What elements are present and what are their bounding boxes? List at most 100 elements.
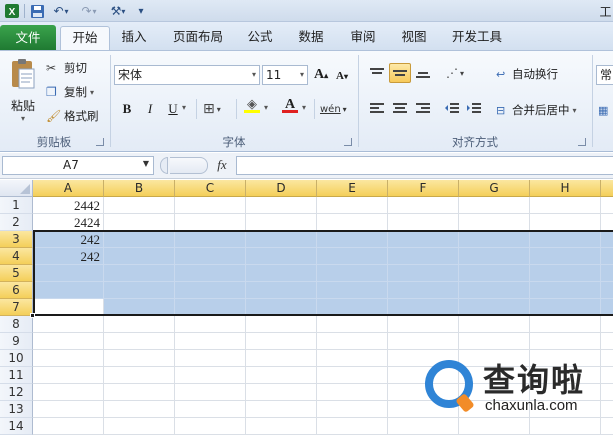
- tab-view[interactable]: 视图: [394, 26, 434, 50]
- cell-e3[interactable]: [317, 231, 388, 248]
- row-header-12[interactable]: 12: [0, 384, 33, 401]
- cell-i9[interactable]: [601, 333, 613, 350]
- increase-indent-button[interactable]: [464, 99, 484, 119]
- name-box-dropdown-icon[interactable]: ▼: [143, 159, 149, 168]
- bold-button[interactable]: B: [118, 99, 136, 119]
- cell-a11[interactable]: [33, 367, 104, 384]
- qat-menu-icon[interactable]: ▾: [136, 3, 146, 19]
- cell-g3[interactable]: [459, 231, 530, 248]
- cell-g1[interactable]: [459, 197, 530, 214]
- cell-b12[interactable]: [104, 384, 175, 401]
- cell-d3[interactable]: [246, 231, 317, 248]
- cell-e10[interactable]: [317, 350, 388, 367]
- underline-button[interactable]: U: [164, 99, 182, 119]
- cell-i3[interactable]: [601, 231, 613, 248]
- cell-d13[interactable]: [246, 401, 317, 418]
- wrap-text-button[interactable]: ↩ 自动换行: [496, 65, 558, 83]
- shrink-font-button[interactable]: A ▾: [336, 67, 348, 85]
- font-color-button[interactable]: A: [282, 97, 298, 121]
- align-right-button[interactable]: [412, 99, 434, 119]
- tab-file[interactable]: 文件: [0, 25, 56, 50]
- align-middle-button[interactable]: [389, 63, 411, 83]
- cell-c5[interactable]: [175, 265, 246, 282]
- cell-d10[interactable]: [246, 350, 317, 367]
- cell-g7[interactable]: [459, 299, 530, 316]
- fill-handle[interactable]: [30, 313, 35, 318]
- fill-color-dropdown-icon[interactable]: ▾: [264, 103, 268, 112]
- cell-e8[interactable]: [317, 316, 388, 333]
- cell-e7[interactable]: [317, 299, 388, 316]
- row-header-2[interactable]: 2: [0, 214, 33, 231]
- cell-d4[interactable]: [246, 248, 317, 265]
- align-left-button[interactable]: [366, 99, 388, 119]
- cell-e6[interactable]: [317, 282, 388, 299]
- grow-font-button[interactable]: A ▴: [314, 65, 328, 85]
- tab-formulas[interactable]: 公式: [240, 26, 280, 50]
- row-header-3[interactable]: 3: [0, 231, 33, 248]
- align-top-button[interactable]: [366, 63, 388, 83]
- tab-data[interactable]: 数据: [291, 26, 331, 50]
- cell-e2[interactable]: [317, 214, 388, 231]
- cell-a5[interactable]: [33, 265, 104, 282]
- cell-f2[interactable]: [388, 214, 459, 231]
- tab-home[interactable]: 开始: [60, 26, 110, 50]
- decrease-indent-button[interactable]: [442, 99, 462, 119]
- cell-a13[interactable]: [33, 401, 104, 418]
- row-header-6[interactable]: 6: [0, 282, 33, 299]
- cell-e14[interactable]: [317, 418, 388, 435]
- cell-h8[interactable]: [530, 316, 601, 333]
- cell-c10[interactable]: [175, 350, 246, 367]
- row-header-10[interactable]: 10: [0, 350, 33, 367]
- border-button[interactable]: ⊞ ▾: [203, 99, 221, 119]
- cell-a1[interactable]: 2442: [33, 197, 104, 214]
- cell-b2[interactable]: [104, 214, 175, 231]
- cell-e12[interactable]: [317, 384, 388, 401]
- row-header-4[interactable]: 4: [0, 248, 33, 265]
- cell-h6[interactable]: [530, 282, 601, 299]
- italic-button[interactable]: I: [141, 99, 159, 119]
- cell-h9[interactable]: [530, 333, 601, 350]
- cell-i6[interactable]: [601, 282, 613, 299]
- cell-b14[interactable]: [104, 418, 175, 435]
- cell-h7[interactable]: [530, 299, 601, 316]
- row-header-8[interactable]: 8: [0, 316, 33, 333]
- column-header-c[interactable]: C: [175, 180, 246, 197]
- row-header-7[interactable]: 7: [0, 299, 33, 316]
- cell-d8[interactable]: [246, 316, 317, 333]
- column-header-e[interactable]: E: [317, 180, 388, 197]
- font-color-dropdown-icon[interactable]: ▾: [302, 103, 306, 112]
- cell-h1[interactable]: [530, 197, 601, 214]
- cell-b3[interactable]: [104, 231, 175, 248]
- splitter-handle[interactable]: [160, 157, 168, 174]
- column-header-g[interactable]: G: [459, 180, 530, 197]
- tab-developer[interactable]: 开发工具: [444, 26, 510, 50]
- column-header-f[interactable]: F: [388, 180, 459, 197]
- cell-c7[interactable]: [175, 299, 246, 316]
- cell-b1[interactable]: [104, 197, 175, 214]
- save-icon[interactable]: [28, 3, 46, 19]
- undo-icon[interactable]: ↶ ▾: [50, 3, 72, 19]
- cell-b6[interactable]: [104, 282, 175, 299]
- cell-c9[interactable]: [175, 333, 246, 350]
- cell-d5[interactable]: [246, 265, 317, 282]
- cell-d14[interactable]: [246, 418, 317, 435]
- cell-c4[interactable]: [175, 248, 246, 265]
- cell-g14[interactable]: [459, 418, 530, 435]
- cell-a3[interactable]: 242: [33, 231, 104, 248]
- phonetic-button[interactable]: wén ▾: [320, 97, 347, 121]
- paste-button[interactable]: 粘贴 ▾: [6, 57, 40, 129]
- number-format-box[interactable]: 常: [596, 65, 613, 85]
- cell-d12[interactable]: [246, 384, 317, 401]
- cell-f1[interactable]: [388, 197, 459, 214]
- copy-button[interactable]: ❐ 复制 ▾: [46, 83, 94, 101]
- font-name-box[interactable]: 宋体 ▾: [114, 65, 260, 85]
- customize-icon[interactable]: ⚒ ▾: [108, 3, 128, 19]
- cell-a8[interactable]: [33, 316, 104, 333]
- cell-d7[interactable]: [246, 299, 317, 316]
- cell-f9[interactable]: [388, 333, 459, 350]
- redo-icon[interactable]: ↷ ▾: [78, 3, 100, 19]
- cell-a4[interactable]: 242: [33, 248, 104, 265]
- cell-g5[interactable]: [459, 265, 530, 282]
- cell-a9[interactable]: [33, 333, 104, 350]
- cell-d2[interactable]: [246, 214, 317, 231]
